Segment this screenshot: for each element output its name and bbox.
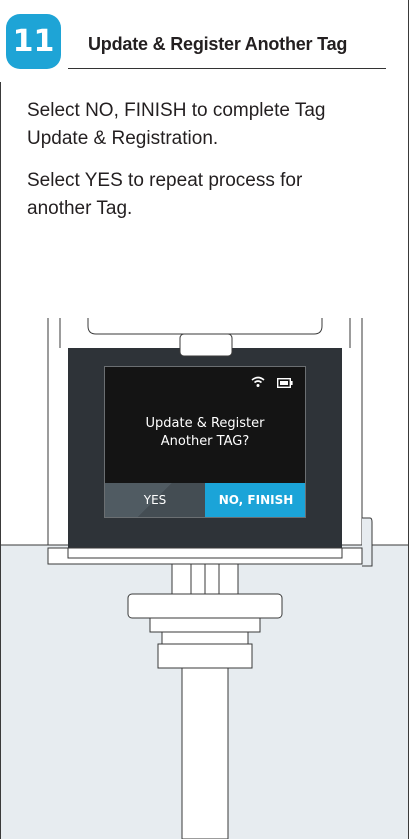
device-screen: Update & Register Another TAG? YES NO, F… <box>104 366 306 518</box>
status-bar <box>251 375 293 393</box>
wifi-icon <box>251 375 265 393</box>
instruction-finish: Select NO, FINISH to complete Tag Update… <box>27 100 326 149</box>
no-finish-button[interactable]: NO, FINISH <box>205 483 305 517</box>
yes-button[interactable]: YES <box>105 483 205 517</box>
screen-prompt: Update & Register Another TAG? <box>105 415 305 451</box>
step-title: Update & Register Another Tag <box>88 34 348 54</box>
battery-icon <box>276 375 293 393</box>
instruction-repeat: Select YES to repeat process for another… <box>27 170 303 219</box>
title-bar: Update & Register Another Tag <box>68 14 386 69</box>
step-number-badge: 11 <box>6 14 61 69</box>
prompt-line-2: Another TAG? <box>160 434 250 449</box>
instructions: Select NO, FINISH to complete Tag Update… <box>27 97 367 237</box>
instruction-card: 11 Update & Register Another Tag Select … <box>0 0 409 839</box>
prompt-line-1: Update & Register <box>145 416 265 431</box>
